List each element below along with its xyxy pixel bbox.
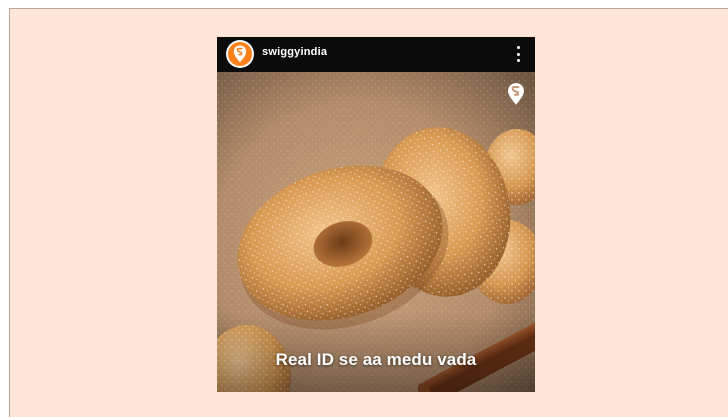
post-header: swiggyindia [217, 37, 535, 72]
post-caption: Real ID se aa medu vada [275, 350, 477, 369]
swiggy-logo-icon [233, 45, 247, 63]
username[interactable]: swiggyindia [262, 46, 327, 58]
post-image [217, 72, 535, 392]
more-options-icon[interactable] [513, 45, 523, 63]
swiggy-watermark-icon [508, 83, 524, 105]
profile-avatar[interactable] [228, 42, 252, 66]
social-post[interactable]: swiggyindia Real ID se aa medu vada [217, 37, 535, 392]
